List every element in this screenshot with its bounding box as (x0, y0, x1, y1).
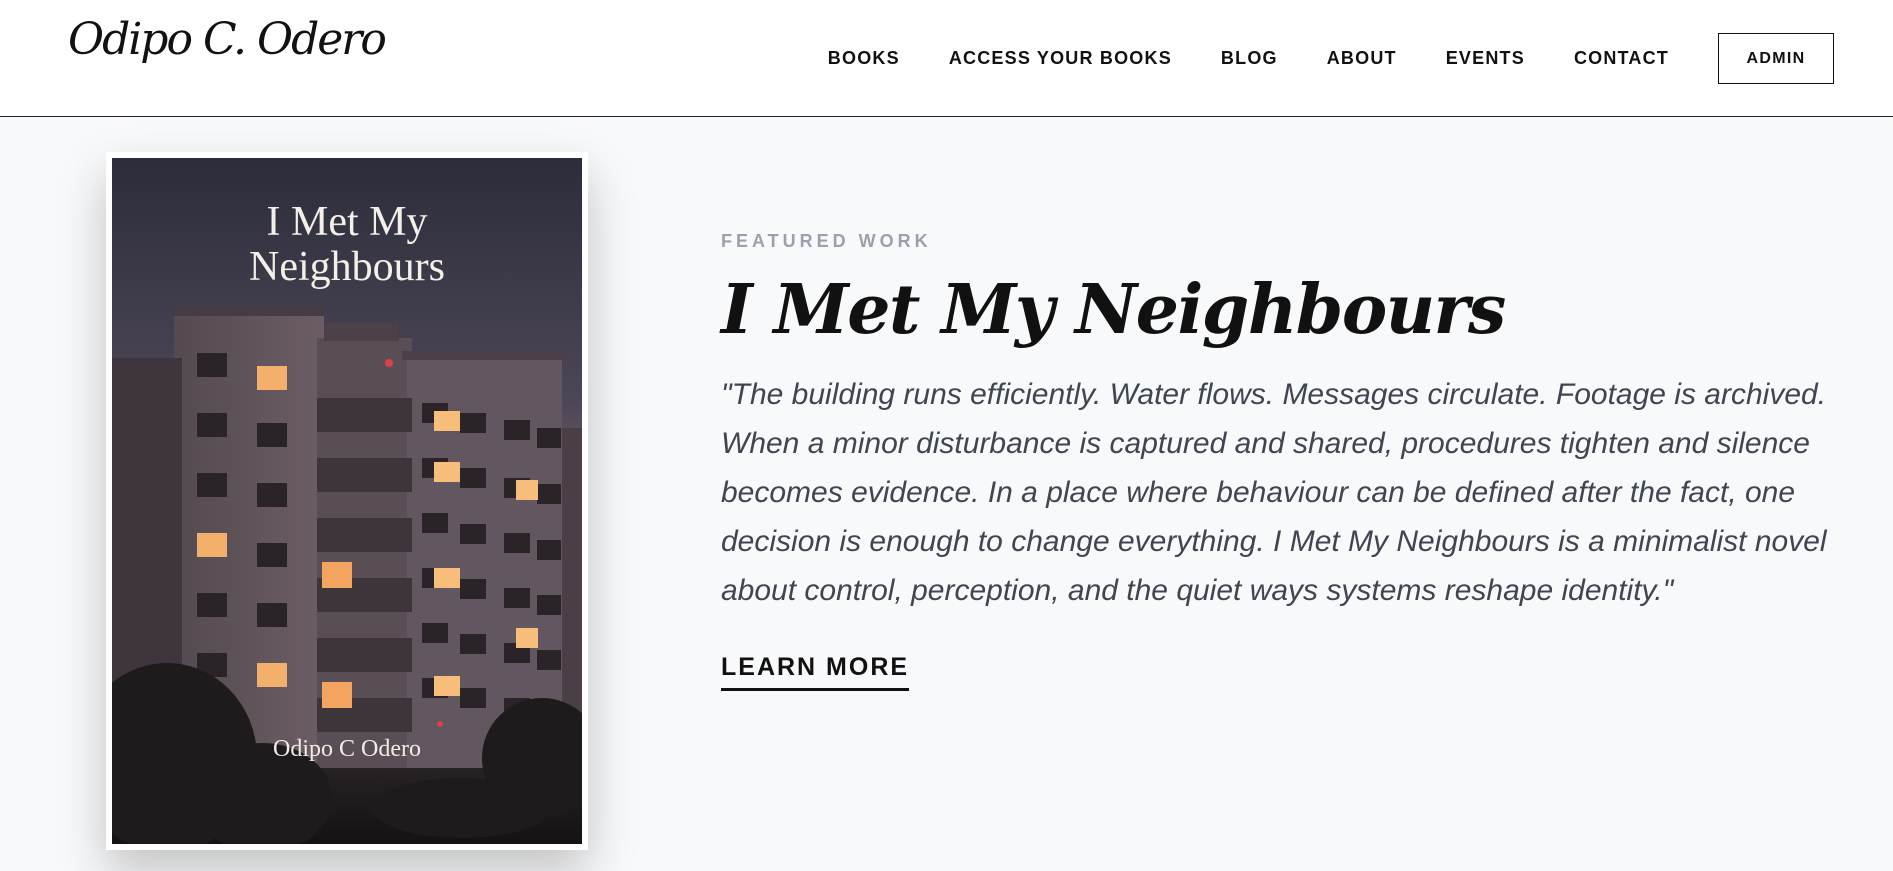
cover-title-line-1: I Met My (266, 199, 428, 245)
main-nav: BOOKS ACCESS YOUR BOOKS BLOG ABOUT EVENT… (828, 0, 1893, 117)
cover-title: I Met My Neighbours (112, 200, 582, 290)
nav-books[interactable]: BOOKS (828, 48, 900, 69)
nav-access-your-books[interactable]: ACCESS YOUR BOOKS (949, 48, 1172, 69)
featured-title: I Met My Neighbours (721, 270, 1506, 350)
nav-about[interactable]: ABOUT (1327, 48, 1397, 69)
admin-button[interactable]: ADMIN (1718, 33, 1834, 84)
cover-title-line-2: Neighbours (249, 244, 445, 290)
featured-work-section: FEATURED WORK I Met My Neighbours "The b… (721, 228, 1841, 691)
featured-eyebrow: FEATURED WORK (721, 231, 932, 251)
nav-events[interactable]: EVENTS (1446, 48, 1525, 69)
featured-description: "The building runs efficiently. Water fl… (721, 378, 1827, 607)
learn-more-link[interactable]: LEARN MORE (721, 653, 910, 691)
nav-blog[interactable]: BLOG (1221, 48, 1278, 69)
book-cover-image: I Met My Neighbours Odipo C Odero (112, 158, 582, 844)
cover-author: Odipo C Odero (273, 736, 421, 762)
nav-contact[interactable]: CONTACT (1574, 48, 1669, 69)
book-cover-frame[interactable]: I Met My Neighbours Odipo C Odero (106, 152, 588, 850)
site-header: Odipo C. Odero BOOKS ACCESS YOUR BOOKS B… (0, 0, 1893, 117)
site-logo[interactable]: Odipo C. Odero (68, 14, 387, 65)
